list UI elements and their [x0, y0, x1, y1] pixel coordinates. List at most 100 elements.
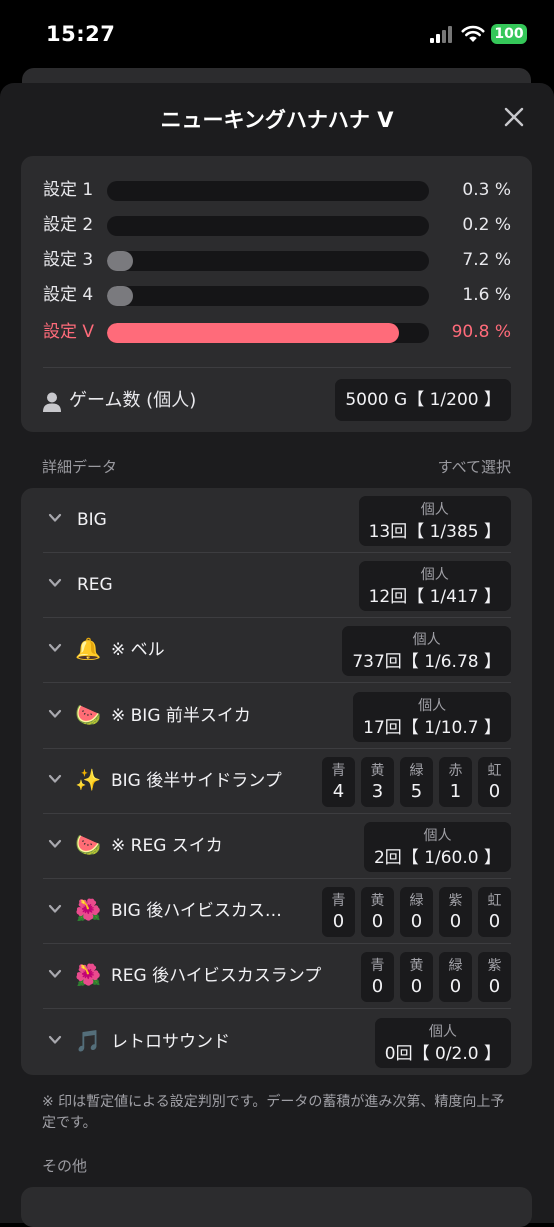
detail-row[interactable]: 🍉 ※ BIG 前半スイカ 個人 17回【 1/10.7 】	[21, 684, 532, 749]
person-icon	[43, 392, 61, 412]
chevron-down-icon[interactable]	[48, 904, 62, 914]
cellular-signal-icon	[430, 26, 454, 43]
game-count-row[interactable]: ゲーム数 (個人) 5000 G【 1/200 】	[43, 379, 511, 423]
lamp-count-box[interactable]: 黄0	[400, 952, 433, 1003]
detail-row[interactable]: 🎵 レトロサウンド 個人 0回【 0/2.0 】	[21, 1010, 532, 1075]
lamp-count-box[interactable]: 紫0	[478, 952, 511, 1003]
lamp-color-label: 紫	[487, 958, 502, 975]
chevron-down-icon[interactable]	[48, 774, 62, 784]
lamp-count-value: 1	[449, 780, 462, 802]
wifi-icon	[461, 25, 485, 42]
chevron-down-icon[interactable]	[48, 643, 62, 653]
lamp-count-value: 0	[410, 976, 423, 998]
detail-value: 12回【 1/417 】	[368, 587, 501, 608]
detail-value: 17回【 1/10.7 】	[363, 717, 501, 738]
divider	[43, 367, 511, 368]
sparkles-icon: ✨	[75, 767, 102, 792]
lamp-color-label: 黄	[370, 762, 385, 779]
detail-value-box[interactable]: 個人 737回【 1/6.78 】	[342, 626, 511, 677]
chevron-down-icon[interactable]	[48, 969, 62, 979]
detail-value-box[interactable]: 個人 13回【 1/385 】	[358, 496, 511, 546]
detail-label: ※ BIG 前半スイカ	[111, 705, 251, 726]
game-count-label: ゲーム数 (個人)	[69, 390, 197, 411]
lamp-count-box[interactable]: 青4	[322, 756, 355, 807]
detail-row[interactable]: ✨ BIG 後半サイドランプ青 4 黄 3 緑 5 赤 1 虹 0	[21, 749, 532, 814]
lamp-count-value: 3	[371, 780, 384, 802]
music-note-icon: 🎵	[75, 1028, 102, 1053]
chevron-down-icon[interactable]	[48, 513, 62, 523]
watermelon-icon: 🍉	[75, 702, 102, 727]
chevron-down-icon[interactable]	[48, 709, 62, 719]
setting-percent: 0.3 %	[462, 180, 511, 200]
setting-label: 設定 2	[43, 215, 94, 235]
lamp-count-value: 0	[371, 976, 384, 998]
chevron-down-icon[interactable]	[48, 839, 62, 849]
lamp-color-label: 赤	[448, 762, 463, 779]
detail-label: ※ ベル	[111, 640, 165, 661]
lamp-count-box[interactable]: 青0	[322, 887, 355, 938]
setting-label: 設定 V	[43, 322, 95, 342]
detail-value-key: 個人	[423, 828, 452, 844]
setting-label: 設定 3	[43, 250, 94, 270]
probability-bar	[107, 323, 429, 343]
footnote: ※ 印は暫定値による設定判別です。データの蓄積が進み次第、精度向上予定です。	[42, 1094, 505, 1131]
probability-bar	[107, 181, 429, 201]
other-section-title: その他	[42, 1157, 88, 1175]
lamp-count-box[interactable]: 緑0	[400, 887, 433, 938]
lamp-color-label: 黄	[370, 893, 385, 910]
detail-value-key: 個人	[418, 697, 447, 714]
detail-row[interactable]: 🍉 ※ REG スイカ 個人 2回【 1/60.0 】	[21, 814, 532, 879]
chevron-down-icon[interactable]	[48, 578, 62, 588]
detail-row[interactable]: BIG 個人 13回【 1/385 】	[21, 488, 532, 553]
lamp-count-value: 0	[449, 976, 462, 998]
detail-row[interactable]: 🌺 REG 後ハイビスカスランプ青 0 黄 0 緑 0 紫 0	[21, 944, 532, 1010]
detail-value-box[interactable]: 個人 12回【 1/417 】	[358, 561, 511, 612]
lamp-count-box[interactable]: 紫0	[439, 887, 472, 938]
lamp-count-box[interactable]: 青0	[361, 952, 394, 1003]
detail-value-box[interactable]: 個人 17回【 1/10.7 】	[353, 691, 511, 742]
detail-value-box[interactable]: 個人 0回【 0/2.0 】	[374, 1017, 511, 1068]
details-section-title: 詳細データ	[42, 458, 118, 476]
battery-icon: 100	[491, 24, 527, 44]
setting-row: 設定 2 0.2 %	[21, 210, 532, 240]
detail-label: REG	[77, 575, 113, 596]
setting-percent: 0.2 %	[462, 215, 511, 235]
detail-row[interactable]: REG 個人 12回【 1/417 】	[21, 553, 532, 619]
hibiscus-icon: 🌺	[75, 898, 102, 923]
detail-label: BIG 後ハイビスカスラ…	[111, 901, 297, 922]
lamp-color-label: 青	[331, 762, 346, 779]
detail-label: BIG	[77, 510, 107, 530]
select-all-link[interactable]: すべて選択	[438, 456, 511, 477]
lamp-count-box[interactable]: 赤1	[439, 756, 472, 807]
lamp-count-value: 0	[449, 911, 462, 933]
lamp-count-box[interactable]: 黄3	[361, 756, 394, 807]
chevron-down-icon[interactable]	[48, 1035, 62, 1045]
setting-row: 設定 4 1.6 %	[21, 280, 532, 310]
setting-row: 設定 3 7.2 %	[21, 245, 532, 275]
lamp-color-label: 虹	[487, 893, 502, 910]
detail-row[interactable]: 🌺 BIG 後ハイビスカスラ… 青 0 黄 0 緑 0 紫 0 虹 0	[21, 879, 532, 945]
lamp-color-label: 黄	[409, 958, 424, 975]
detail-value-box[interactable]: 個人 2回【 1/60.0 】	[363, 822, 511, 872]
setting-row: 設定 V 90.8 %	[21, 317, 532, 347]
probability-bar	[107, 251, 429, 271]
probability-bar-fill	[107, 286, 133, 306]
lamp-color-label: 紫	[448, 893, 463, 910]
probability-bar	[107, 286, 429, 306]
lamp-count-box[interactable]: 緑0	[439, 952, 472, 1003]
lamp-count-group: 青0黄0緑0紫0	[355, 952, 511, 1003]
lamp-count-box[interactable]: 黄0	[361, 887, 394, 938]
lamp-count-box[interactable]: 虹0	[478, 756, 511, 807]
detail-value-key: 個人	[412, 632, 441, 649]
probability-bar-fill	[107, 251, 133, 271]
lamp-count-value: 0	[410, 911, 423, 933]
game-count-value[interactable]: 5000 G【 1/200 】	[335, 379, 511, 421]
close-icon[interactable]	[503, 106, 525, 128]
lamp-count-box[interactable]: 緑5	[400, 756, 433, 807]
lamp-count-box[interactable]: 虹0	[478, 887, 511, 938]
lamp-count-group: 青0黄0緑0紫0虹0	[316, 887, 511, 938]
details-card: BIG 個人 13回【 1/385 】 REG 個人 12回【 1/417 】 🔔 ※ ベル個…	[21, 488, 532, 1075]
bell-icon: 🔔	[75, 637, 102, 662]
detail-row[interactable]: 🔔 ※ ベル 個人 737回【 1/6.78 】	[21, 618, 532, 684]
setting-probability-card: 設定 1 0.3 % 設定 2 0.2 % 設定 3 7.2 % 設定 4 1.6 % 設定 V…	[21, 156, 532, 432]
